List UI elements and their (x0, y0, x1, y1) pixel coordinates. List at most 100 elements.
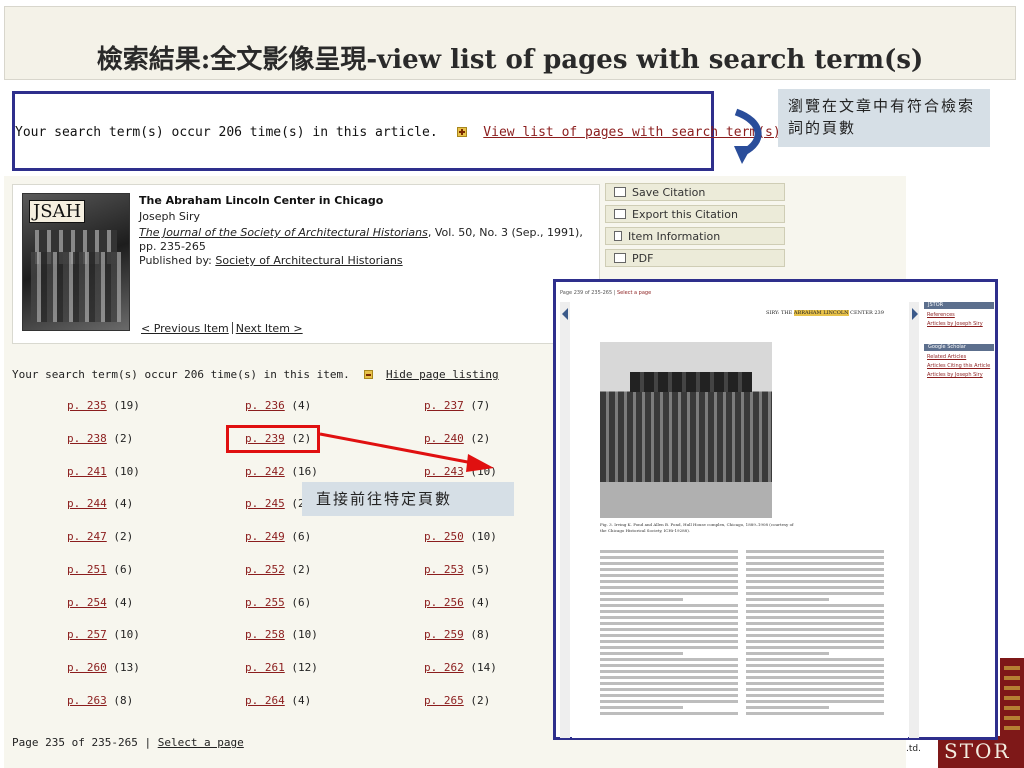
text-line-mark (600, 556, 738, 559)
page-link[interactable]: p. 247 (67, 530, 107, 543)
highlight-box (226, 425, 320, 453)
item-information-button[interactable]: Item Information (605, 227, 785, 245)
page-count: (10) (113, 628, 140, 641)
page-link[interactable]: p. 245 (245, 497, 285, 510)
page-entry: p. 236 (4) (245, 399, 311, 412)
page-link[interactable]: p. 252 (245, 563, 285, 576)
jstor-panel: JSTOR References Articles by Joseph Siry (924, 302, 994, 330)
hide-page-listing-link[interactable]: Hide page listing (386, 368, 499, 381)
page-link[interactable]: p. 264 (245, 694, 285, 707)
page-entry: p. 263 (8) (67, 694, 133, 707)
journal-link[interactable]: The Journal of the Society of Architectu… (139, 226, 428, 239)
page-count: (6) (291, 596, 312, 609)
text-line-mark (746, 586, 884, 589)
viewer-page-text: Page 239 of 235-265 | (560, 290, 617, 296)
page-link[interactable]: p. 265 (424, 694, 464, 707)
page-count: (12) (291, 661, 318, 674)
figure-caption: Fig. 3. Irving K. Pond and Allen B. Pond… (600, 522, 794, 533)
page-link[interactable]: p. 255 (245, 596, 285, 609)
text-line-mark (600, 580, 738, 583)
page-link[interactable]: p. 244 (67, 497, 107, 510)
page-link[interactable]: p. 260 (67, 661, 107, 674)
text-line-mark (600, 640, 738, 643)
text-line-mark (746, 658, 884, 661)
callout-go-to-page: 直接前往特定頁數 (302, 482, 514, 516)
save-citation-label: Save Citation (632, 186, 706, 199)
text-line-mark (600, 652, 683, 655)
page-link[interactable]: p. 251 (67, 563, 107, 576)
page-link[interactable]: p. 236 (245, 399, 285, 412)
next-item-link[interactable]: Next Item > (236, 322, 303, 335)
jstor-logo: STOR (938, 736, 1024, 768)
summary-line: Your search term(s) occur 206 time(s) in… (15, 125, 781, 140)
select-page-link[interactable]: Select a page (158, 736, 244, 749)
slide-title-bar: 檢索結果:全文影像呈現-view list of pages with sear… (4, 6, 1016, 80)
text-line-mark (746, 580, 884, 583)
page-count: (2) (291, 563, 312, 576)
previous-item-link[interactable]: < Previous Item (141, 322, 229, 335)
occurrences-text: Your search term(s) occur 206 time(s) in… (12, 368, 350, 381)
page-link[interactable]: p. 242 (245, 465, 285, 478)
photo-ground (600, 482, 772, 518)
collapse-minus-icon[interactable] (364, 370, 374, 379)
page-link[interactable]: p. 253 (424, 563, 464, 576)
text-line-mark (600, 568, 738, 571)
viewer-select-page-link[interactable]: Select a page (617, 290, 651, 296)
text-line-mark (600, 664, 738, 667)
text-line-mark (600, 574, 738, 577)
next-page-arrow-icon[interactable] (912, 308, 918, 320)
published-by-label: Published by: (139, 254, 216, 267)
text-line-mark (600, 616, 738, 619)
page-count: (19) (113, 399, 140, 412)
page-link[interactable]: p. 250 (424, 530, 464, 543)
save-citation-button[interactable]: Save Citation (605, 183, 785, 201)
page-entry: p. 238 (2) (67, 432, 133, 445)
page-column-left (600, 550, 738, 730)
pdf-button[interactable]: PDF (605, 249, 785, 267)
jstor-link-articles-by-author[interactable]: Articles by Joseph Siry (927, 321, 991, 327)
page-link[interactable]: p. 237 (424, 399, 464, 412)
page-link[interactable]: p. 256 (424, 596, 464, 609)
text-line-mark (600, 706, 683, 709)
page-link[interactable]: p. 258 (245, 628, 285, 641)
jstor-ornament (1000, 658, 1024, 736)
page-link[interactable]: p. 241 (67, 465, 107, 478)
page-link[interactable]: p. 257 (67, 628, 107, 641)
scholar-link-related[interactable]: Related Articles (927, 354, 991, 360)
page-link[interactable]: p. 249 (245, 530, 285, 543)
page-entry: p. 250 (10) (424, 530, 497, 543)
google-scholar-panel-title: Google Scholar (924, 344, 994, 351)
scholar-link-citing[interactable]: Articles Citing this Article (927, 363, 991, 369)
page-link[interactable]: p. 238 (67, 432, 107, 445)
page-count: (10) (113, 465, 140, 478)
text-line-mark (600, 700, 738, 703)
export-icon (614, 209, 626, 219)
text-line-mark (600, 592, 738, 595)
previous-page-arrow-icon[interactable] (562, 308, 568, 320)
page-link[interactable]: p. 262 (424, 661, 464, 674)
page-link[interactable]: p. 261 (245, 661, 285, 674)
ornament-pattern (1004, 664, 1020, 730)
item-information-label: Item Information (628, 230, 721, 243)
text-line-mark (600, 682, 738, 685)
publisher-link[interactable]: Society of Architectural Historians (215, 254, 402, 267)
page-count: (2) (113, 530, 134, 543)
scholar-link-articles-by-author[interactable]: Articles by Joseph Siry (927, 372, 991, 378)
expand-plus-icon[interactable] (457, 127, 468, 137)
page-count: (4) (291, 399, 312, 412)
page-link[interactable]: p. 263 (67, 694, 107, 707)
summary-text: Your search term(s) occur 206 time(s) in… (15, 125, 438, 140)
page-link[interactable]: p. 259 (424, 628, 464, 641)
running-head-pre: SIRY: THE (766, 310, 794, 316)
running-head-highlight: ABRAHAM LINCOLN (793, 310, 849, 316)
jstor-panel-title: JSTOR (924, 302, 994, 309)
text-line-mark (746, 688, 884, 691)
page-link[interactable]: p. 254 (67, 596, 107, 609)
running-head-post: CENTER 239 (848, 310, 884, 316)
page-count: (2) (113, 432, 134, 445)
export-citation-button[interactable]: Export this Citation (605, 205, 785, 223)
text-line-mark (746, 616, 884, 619)
page-link[interactable]: p. 235 (67, 399, 107, 412)
jstor-link-references[interactable]: References (927, 312, 991, 318)
page-count: (2) (470, 694, 491, 707)
